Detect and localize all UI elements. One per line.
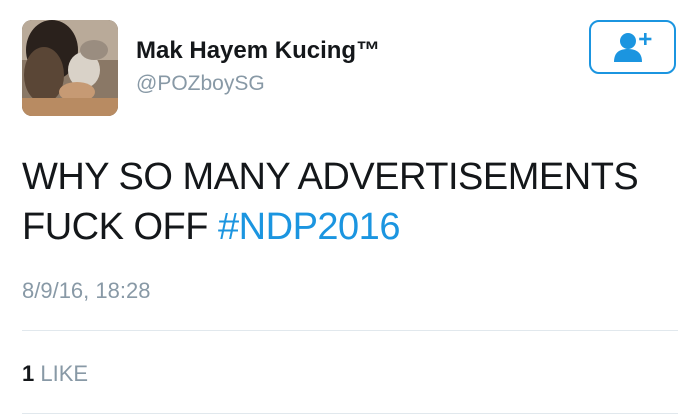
avatar[interactable] — [22, 20, 118, 116]
divider — [22, 330, 678, 331]
divider — [22, 413, 678, 414]
user-handle[interactable]: @POZboySG — [136, 72, 265, 96]
like-label: LIKE — [40, 361, 89, 386]
likes-stat[interactable]: 1 LIKE — [22, 361, 88, 387]
like-count: 1 — [22, 361, 35, 386]
profile-photo-icon — [22, 20, 118, 116]
tweet-timestamp: 8/9/16, 18:28 — [22, 278, 151, 303]
hashtag-link[interactable]: #NDP2016 — [218, 206, 400, 248]
add-user-icon — [613, 33, 651, 62]
display-name[interactable]: Mak Hayem Kucing™ — [136, 37, 380, 65]
tweet-text: WHY SO MANY ADVERTISEMENTS FUCK OFF #NDP… — [22, 152, 662, 252]
follow-button[interactable] — [589, 20, 676, 74]
